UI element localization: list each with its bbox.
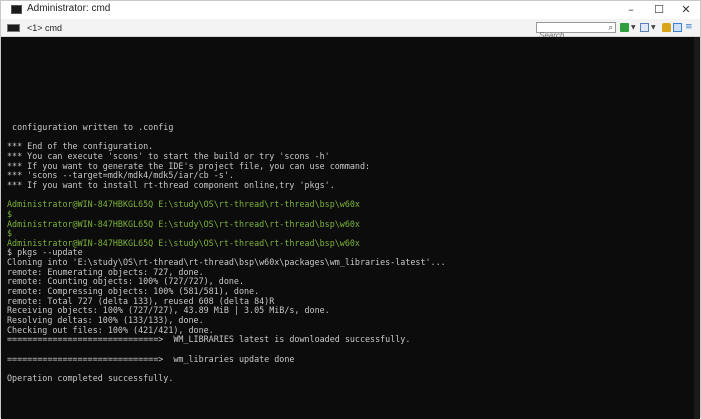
window-title: Administrator: cmd	[27, 3, 111, 14]
console-line: remote: Enumerating objects: 727, done.	[7, 266, 204, 277]
console-line: Operation completed successfully.	[7, 372, 174, 383]
console-line: remote: Total 727 (delta 133), reused 60…	[7, 295, 275, 306]
console-line: Resolving deltas: 100% (133/133), done.	[7, 315, 204, 325]
console-line: Checking out files: 100% (421/421), done…	[7, 324, 214, 335]
plus-icon	[620, 23, 629, 32]
console-list-button[interactable]: ▼	[640, 22, 656, 33]
console-output[interactable]: configuration written to .config *** End …	[1, 37, 700, 419]
tab-cmd[interactable]: <1> cmd	[7, 20, 62, 35]
console-line: ==============================> wm_libra…	[7, 353, 295, 364]
console-line: Administrator@WIN-847HBKGL65Q E:\study\O…	[7, 218, 360, 229]
console-line: *** You can execute 'scons' to start the…	[7, 150, 330, 161]
window-icon	[640, 23, 649, 32]
panels-icon	[673, 23, 682, 32]
new-console-button[interactable]: ▼	[620, 22, 636, 33]
menu-button[interactable]: ≡	[685, 22, 693, 33]
search-box[interactable]: ⌕	[536, 22, 616, 40]
menu-icon: ≡	[685, 22, 693, 32]
console-line: $	[7, 228, 13, 239]
scrollbar[interactable]	[694, 37, 700, 419]
console-line: *** 'scons --target=mdk/mdk4/mdk5/iar/cb…	[7, 170, 234, 181]
console-line: *** End of the configuration.	[7, 141, 154, 152]
dropdown-arrow-icon: ▼	[631, 24, 636, 31]
dropdown-arrow-icon: ▼	[651, 24, 656, 31]
layout-button[interactable]	[673, 22, 682, 33]
console-line: Receiving objects: 100% (727/727), 43.89…	[7, 305, 330, 316]
console-window: Administrator: cmd – ☐ ✕ <1> cmd ⌕ ▼ ▼ ≡…	[0, 0, 701, 419]
console-line: configuration written to .config	[7, 122, 174, 132]
console-line: ==============================> WM_LIBRA…	[7, 334, 411, 345]
tab-label: <1> cmd	[27, 22, 63, 33]
lock-icon	[662, 23, 671, 32]
console-line: *** If you want to install rt-thread com…	[7, 179, 335, 190]
console-line: Cloning into 'E:\study\OS\rt-thread\rt-t…	[7, 257, 446, 268]
cmd-app-icon	[11, 5, 22, 14]
console-line: Administrator@WIN-847HBKGL65Q E:\study\O…	[7, 199, 360, 210]
title-bar: Administrator: cmd – ☐ ✕	[1, 1, 700, 19]
console-line: Administrator@WIN-847HBKGL65Q E:\study\O…	[7, 237, 360, 248]
magnifier-icon[interactable]: ⌕	[609, 23, 613, 32]
console-line: remote: Compressing objects: 100% (581/5…	[7, 286, 260, 297]
console-line: $ pkgs --update	[7, 247, 83, 258]
close-button[interactable]: ✕	[669, 1, 701, 19]
console-line: *** If you want to generate the IDE's pr…	[7, 160, 371, 171]
lock-button[interactable]	[662, 22, 671, 33]
console-icon	[7, 23, 20, 32]
console-line: remote: Counting objects: 100% (727/727)…	[7, 276, 244, 287]
console-line: $	[7, 208, 13, 219]
